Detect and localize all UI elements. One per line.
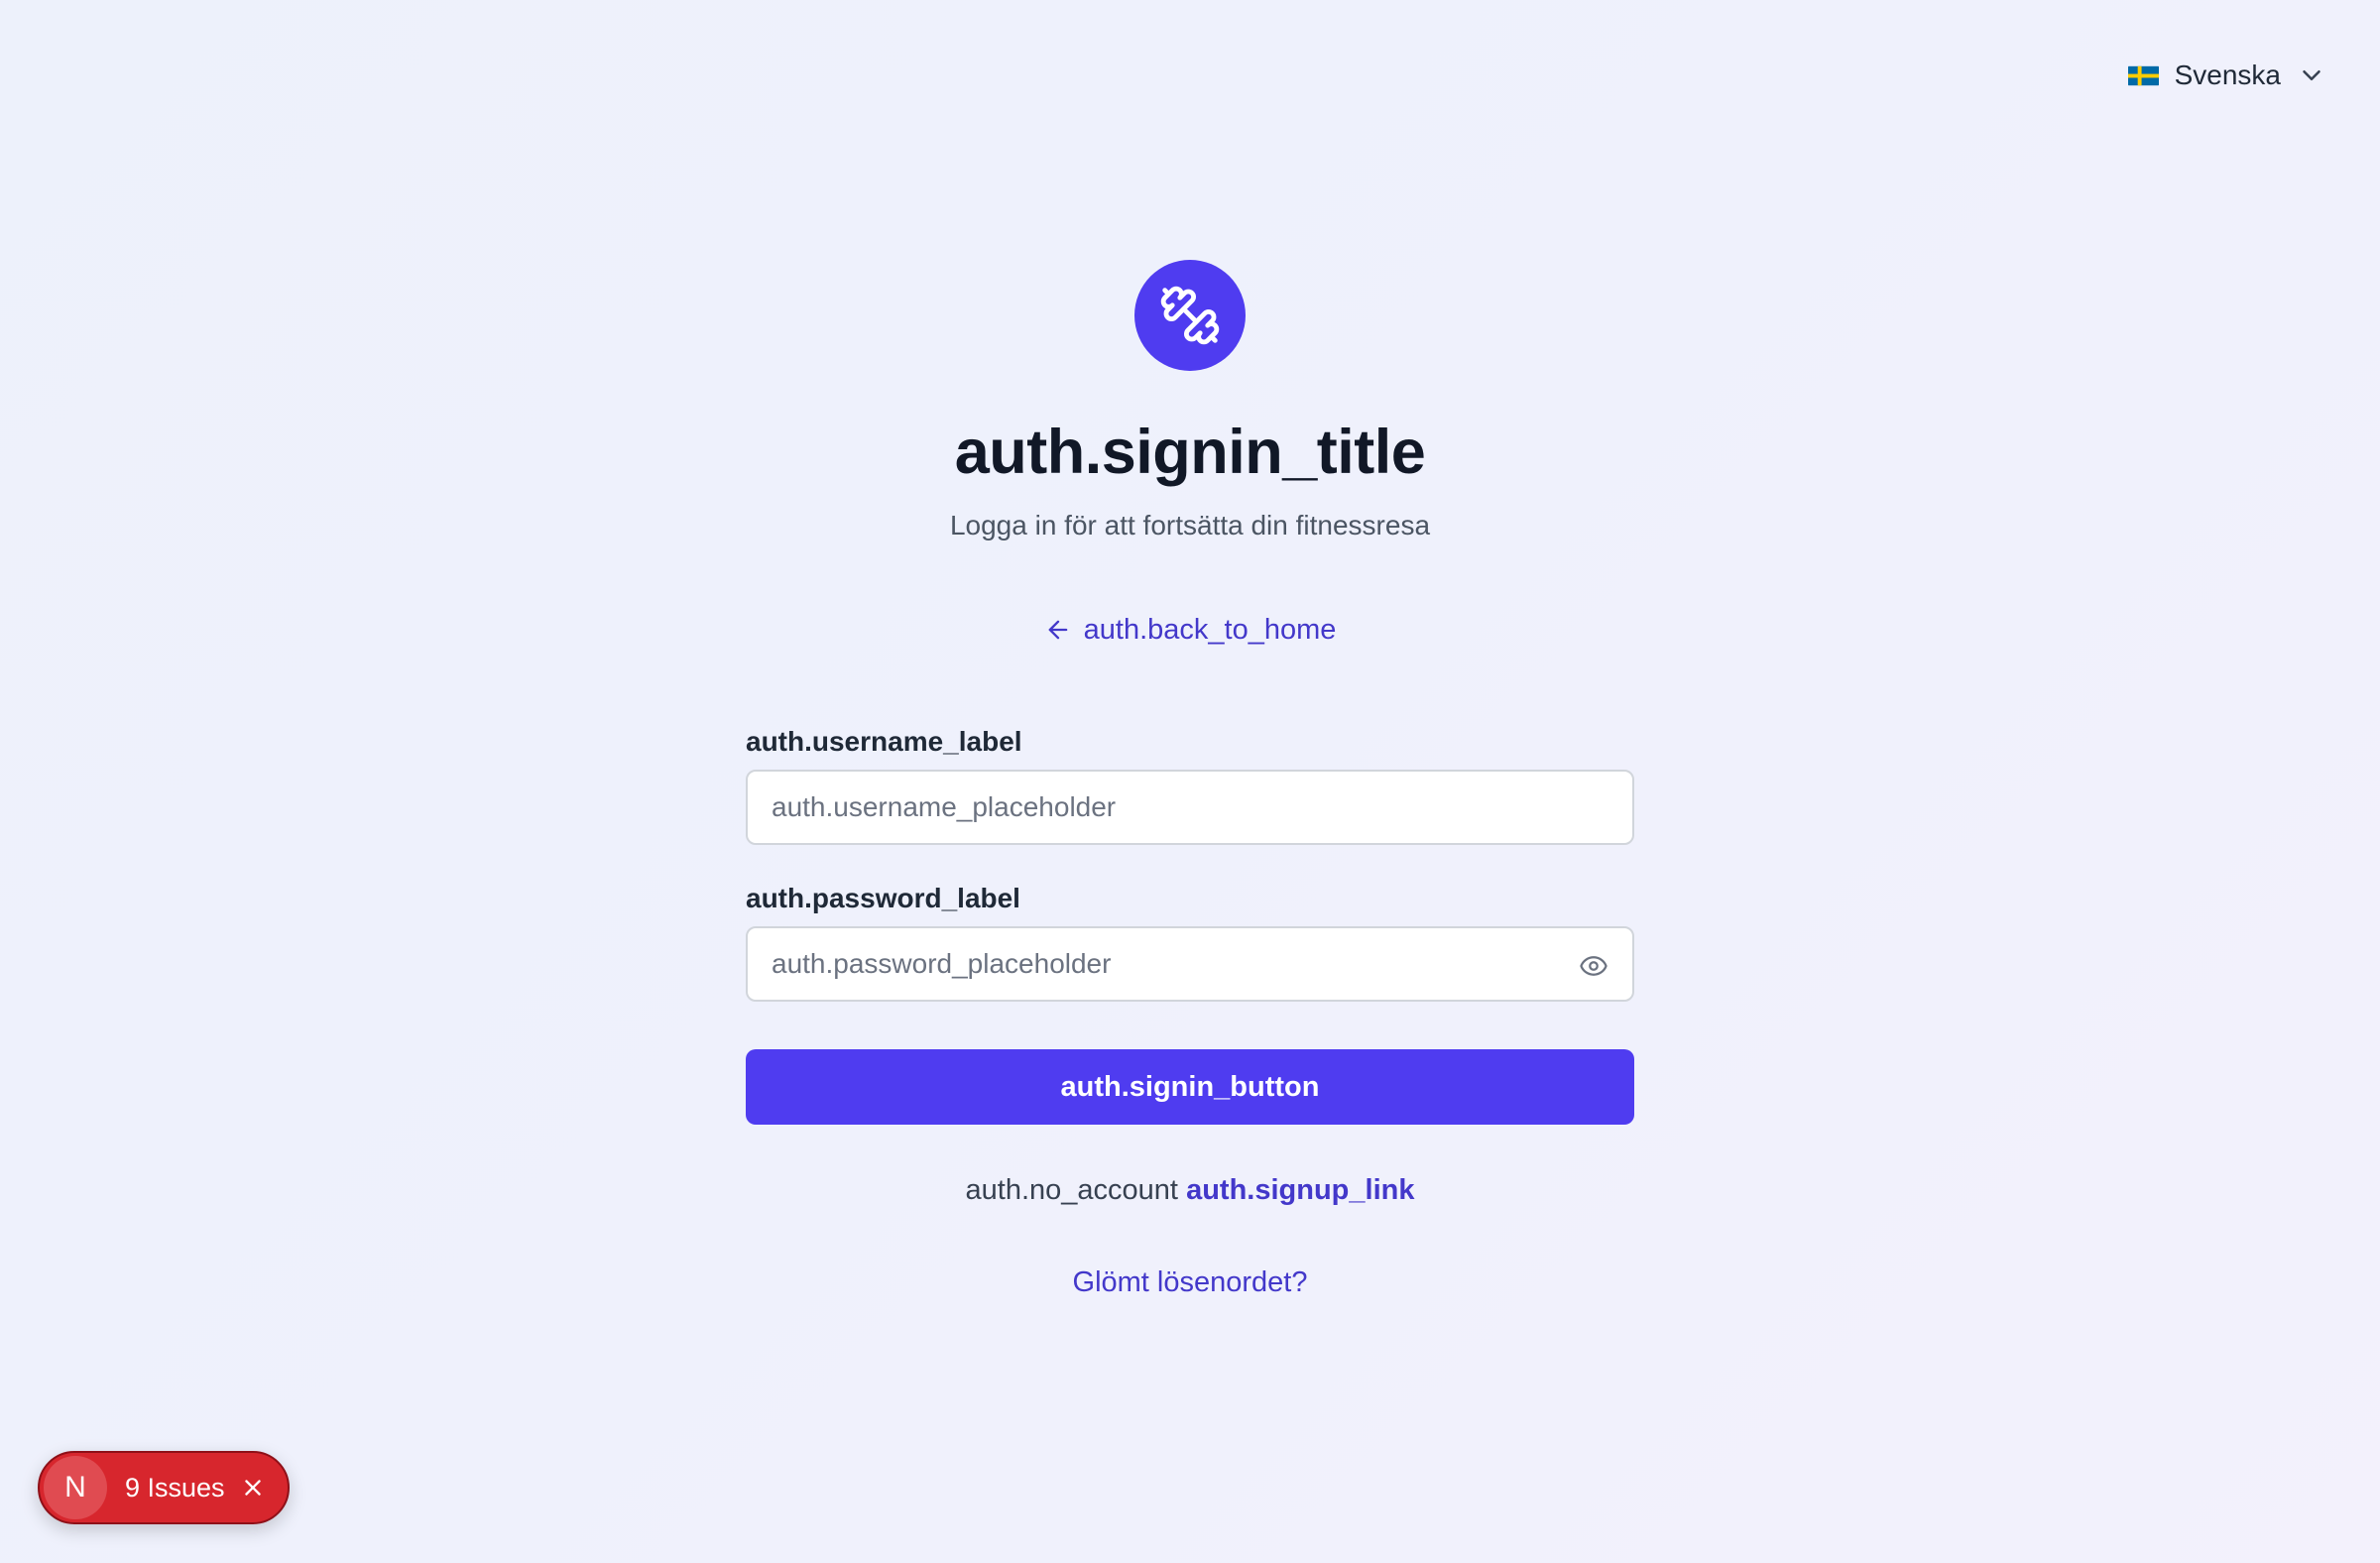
chevron-down-icon <box>2303 70 2320 80</box>
password-input[interactable] <box>748 928 1632 1000</box>
username-label: auth.username_label <box>746 726 1022 757</box>
toggle-password-visibility[interactable] <box>1579 951 1608 981</box>
password-field-wrapper <box>746 926 1634 1002</box>
back-to-home-link[interactable]: auth.back_to_home <box>0 611 2380 649</box>
signin-button[interactable]: auth.signin_button <box>746 1049 1634 1125</box>
close-issues-button[interactable] <box>240 1475 266 1501</box>
app-logo <box>1134 260 1246 371</box>
username-input[interactable] <box>748 772 1632 843</box>
password-group: auth.password_label <box>746 877 1634 1002</box>
password-label: auth.password_label <box>746 883 1020 913</box>
signup-prompt: auth.no_account auth.signup_link <box>0 1170 2380 1210</box>
back-to-home-label: auth.back_to_home <box>1083 613 1337 646</box>
nextjs-logo-icon: N <box>44 1456 107 1519</box>
language-label: Svenska <box>2174 60 2281 90</box>
page-subtitle: Logga in för att fortsätta din fitnessre… <box>949 510 1431 541</box>
signup-link[interactable]: auth.signup_link <box>1186 1174 1414 1206</box>
arrow-left-icon <box>1048 620 1067 640</box>
page-title: auth.signin_title <box>954 418 1426 487</box>
forgot-password-link[interactable]: Glömt lösenordet? <box>0 1263 2380 1301</box>
dumbbell-icon <box>1160 286 1220 345</box>
language-selector[interactable]: Svenska <box>2127 56 2326 95</box>
issues-count: 9 Issues <box>125 1472 225 1503</box>
eye-icon <box>1580 956 1607 976</box>
no-account-text: auth.no_account <box>965 1174 1178 1206</box>
swedish-flag-icon <box>2127 65 2159 85</box>
close-icon <box>245 1480 261 1496</box>
username-field-wrapper <box>746 770 1634 845</box>
issues-badge[interactable]: N 9 Issues <box>38 1451 290 1524</box>
signin-form: auth.username_label auth.password_label … <box>746 720 1634 1125</box>
